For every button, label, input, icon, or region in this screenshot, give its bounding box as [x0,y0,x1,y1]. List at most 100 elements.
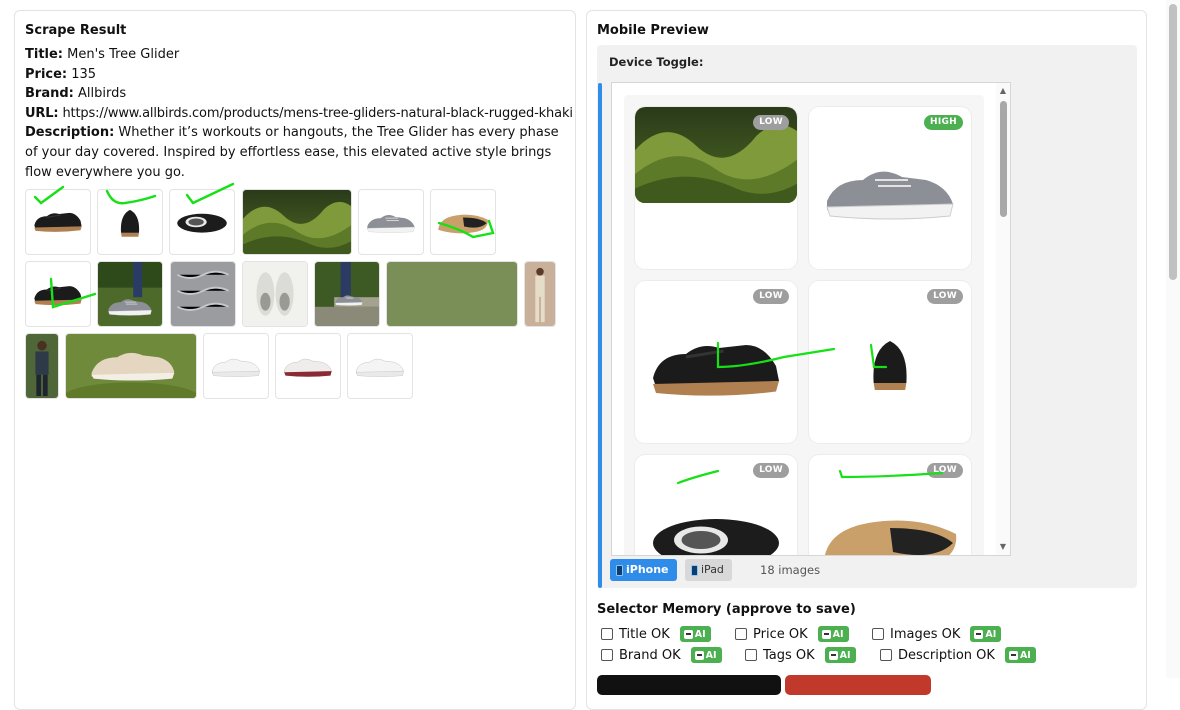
thumbnail-grey-shoe-side[interactable] [358,189,424,255]
ai-badge-text: AI [985,628,997,640]
thumbnail-beige-shoe-display[interactable] [65,333,197,399]
preview-card-green-hills[interactable]: LOW [635,107,797,269]
images-ok-label: Images OK [890,626,961,642]
thumbnail-shoe-sole[interactable] [430,189,496,255]
ipad-label: iPad [701,563,724,576]
images-ok-checkbox[interactable]: Images OK AI [872,626,1002,642]
preview-card-black-shoe-top[interactable]: LOW [635,455,797,555]
checkbox-box[interactable] [601,649,613,661]
brand-row: Brand: Allbirds [25,84,573,104]
preview-card-black-shoe-back[interactable]: LOW [809,281,971,443]
thumbnail-olive-swatch[interactable] [386,261,518,327]
robot-icon [828,650,838,660]
robot-icon [821,629,831,639]
price-value: 135 [71,66,97,82]
quality-badge: LOW [753,289,789,304]
scrape-result-panel: Scrape Result Title: Men's Tree Glider P… [14,10,576,710]
title-ok-label: Title OK [619,626,670,642]
ai-badge-text: AI [694,628,706,640]
url-value[interactable]: https://www.allbirds.com/products/mens-t… [62,106,573,121]
preview-card-grey-shoe[interactable]: HIGH [809,107,971,269]
mobile-preview-heading: Mobile Preview [597,23,709,38]
ai-badge-text: AI [1019,649,1031,661]
thumbnail-white-red-shoe[interactable] [275,333,341,399]
iphone-button[interactable]: iPhone [610,559,677,581]
ai-badge-text: AI [839,649,851,661]
preview-container: Device Toggle: LOW HIGH LOW LOW LOW LOW … [597,45,1137,588]
ai-badge: AI [824,647,856,663]
checkbox-box[interactable] [872,628,884,640]
viewport-scrollbar[interactable]: ▲ ▼ [996,83,1010,555]
ai-badge: AI [690,647,722,663]
robot-icon [683,629,693,639]
description-ok-checkbox[interactable]: Description OK AI [880,647,1036,663]
title-row: Title: Men's Tree Glider [25,45,573,65]
checkbox-box[interactable] [735,628,747,640]
quality-badge: LOW [753,115,789,130]
brand-ok-label: Brand OK [619,647,681,663]
ipad-button[interactable]: iPad [685,559,732,581]
iphone-label: iPhone [626,563,669,576]
tablet-icon [691,564,698,576]
thumbnail-black-shoe-angle[interactable] [25,261,91,327]
scroll-down-arrow-icon[interactable]: ▼ [998,542,1008,552]
title-label: Title: [25,47,64,62]
scrape-result-heading: Scrape Result [25,23,127,38]
url-row: URL: https://www.allbirds.com/products/m… [25,104,573,124]
preview-card-black-shoe-side[interactable]: LOW [635,281,797,443]
thumbnail-green-hills[interactable] [242,189,352,255]
robot-icon [974,629,984,639]
scroll-up-arrow-icon[interactable]: ▲ [998,86,1008,96]
save-button[interactable] [597,675,781,695]
checkbox-box[interactable] [745,649,757,661]
tags-ok-checkbox[interactable]: Tags OK AI [745,647,856,663]
ai-badge-text: AI [832,628,844,640]
thumbnail-white-shoe-side[interactable] [203,333,269,399]
mobile-preview-panel: Mobile Preview Device Toggle: LOW HIGH L [586,10,1147,710]
thumbnail-stairs-lifestyle[interactable] [314,261,380,327]
quality-badge: LOW [927,463,963,478]
image-count: 18 images [760,563,821,577]
price-ok-checkbox[interactable]: Price OK AI [735,626,849,642]
thumbnail-shoe-pair-top[interactable] [242,261,308,327]
preview-card-shoe-sole[interactable]: LOW [809,455,971,555]
image-grid: LOW HIGH LOW LOW LOW LOW [624,95,984,555]
accent-bar [598,83,602,588]
device-toggle-label: Device Toggle: [609,55,704,69]
ai-badge: AI [817,626,849,642]
thumbnail-black-shoe-side[interactable] [25,189,91,255]
price-ok-label: Price OK [753,626,808,642]
scroll-thumb[interactable] [1000,101,1007,217]
description-ok-label: Description OK [898,647,995,663]
quality-badge: LOW [927,289,963,304]
tags-ok-label: Tags OK [763,647,815,663]
reject-button[interactable] [785,675,931,695]
quality-badge: HIGH [923,115,963,130]
brand-label: Brand: [25,86,74,102]
thumbnail-grey-shoe-lifestyle[interactable] [97,261,163,327]
checkbox-box[interactable] [601,628,613,640]
phone-icon [616,564,623,576]
title-value: Men's Tree Glider [67,47,180,62]
device-viewport[interactable]: LOW HIGH LOW LOW LOW LOW ▲ ▼ [611,82,1011,556]
brand-value: Allbirds [78,86,127,102]
thumbnail-model-standing[interactable] [524,261,556,327]
ai-badge: AI [679,626,711,642]
ai-badge-text: AI [705,649,717,661]
quality-badge: LOW [753,463,789,478]
thumbnail-knit-texture[interactable] [170,261,236,327]
thumbnail-white-shoe-angle[interactable] [347,333,413,399]
description-label: Description: [25,125,115,141]
page-scroll-thumb[interactable] [1169,4,1177,280]
url-label: URL: [25,105,59,121]
thumbnail-model-portrait[interactable] [25,333,59,399]
selector-memory-heading: Selector Memory (approve to save) [597,602,856,617]
checkbox-box[interactable] [880,649,892,661]
price-row: Price: 135 [25,65,573,85]
title-ok-checkbox[interactable]: Title OK AI [601,626,711,642]
page-scrollbar[interactable] [1166,0,1180,678]
brand-ok-checkbox[interactable]: Brand OK AI [601,647,722,663]
thumbnail-black-shoe-top[interactable] [169,189,235,255]
thumbnail-black-shoe-back[interactable] [97,189,163,255]
robot-icon [1008,650,1018,660]
